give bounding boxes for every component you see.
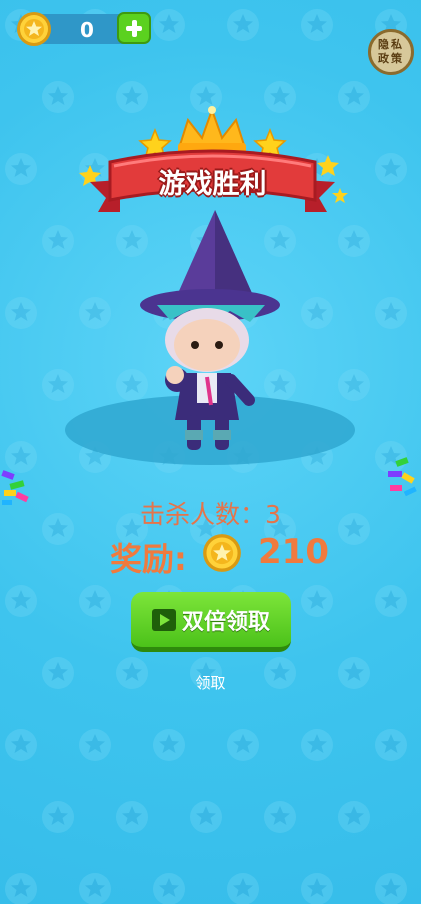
- background-star-icon: [79, 873, 111, 904]
- reward-label: 奖励:: [110, 540, 187, 578]
- background-star-icon: [5, 729, 37, 761]
- background-star-icon: [153, 729, 185, 761]
- coin-icon: [17, 12, 51, 46]
- privacy-policy-button[interactable]: 隐私政策: [368, 29, 414, 75]
- background-star-icon: [5, 873, 37, 904]
- background-star-icon: [5, 297, 37, 329]
- reward-row: 奖励: 210: [110, 530, 360, 578]
- background-star-icon: [301, 729, 333, 761]
- reward-amount: 210: [258, 532, 329, 572]
- background-star-icon: [79, 297, 111, 329]
- kill-count: 击杀人数：3: [140, 500, 281, 529]
- double-claim-label: 双倍领取: [181, 609, 270, 635]
- background-star-icon: [301, 297, 333, 329]
- background-star-icon: [301, 873, 333, 904]
- background-star-icon: [116, 801, 148, 833]
- background-star-icon: [301, 9, 333, 41]
- background-star-icon: [264, 801, 296, 833]
- background-star-icon: [227, 9, 259, 41]
- coin-icon: [203, 534, 241, 572]
- background-star-icon: [79, 585, 111, 617]
- background-star-icon: [375, 585, 407, 617]
- coin-count: 0: [80, 18, 94, 42]
- background-star-icon: [375, 729, 407, 761]
- background-star-icon: [5, 153, 37, 185]
- background-star-icon: [42, 369, 74, 401]
- background-star-icon: [227, 873, 259, 904]
- double-claim-button[interactable]: 双倍领取: [131, 592, 291, 652]
- background-star-icon: [153, 9, 185, 41]
- background-star-icon: [375, 297, 407, 329]
- background-star-icon: [375, 153, 407, 185]
- witch-character: [140, 210, 280, 450]
- victory-title: 游戏胜利: [158, 169, 267, 200]
- background-star-icon: [79, 729, 111, 761]
- background-star-icon: [153, 873, 185, 904]
- crown-icon: [178, 106, 246, 155]
- background-star-icon: [338, 369, 370, 401]
- background-star-icon: [301, 585, 333, 617]
- play-icon: [151, 608, 176, 631]
- claim-link[interactable]: 领取: [0, 672, 421, 693]
- background-star-icon: [375, 873, 407, 904]
- background-star-icon: [42, 801, 74, 833]
- background-star-icon: [5, 585, 37, 617]
- background-star-icon: [227, 729, 259, 761]
- privacy-policy-label: 隐私政策: [378, 38, 404, 65]
- background-star-icon: [338, 801, 370, 833]
- background-star-icon: [190, 801, 222, 833]
- add-coins-button[interactable]: [117, 12, 151, 44]
